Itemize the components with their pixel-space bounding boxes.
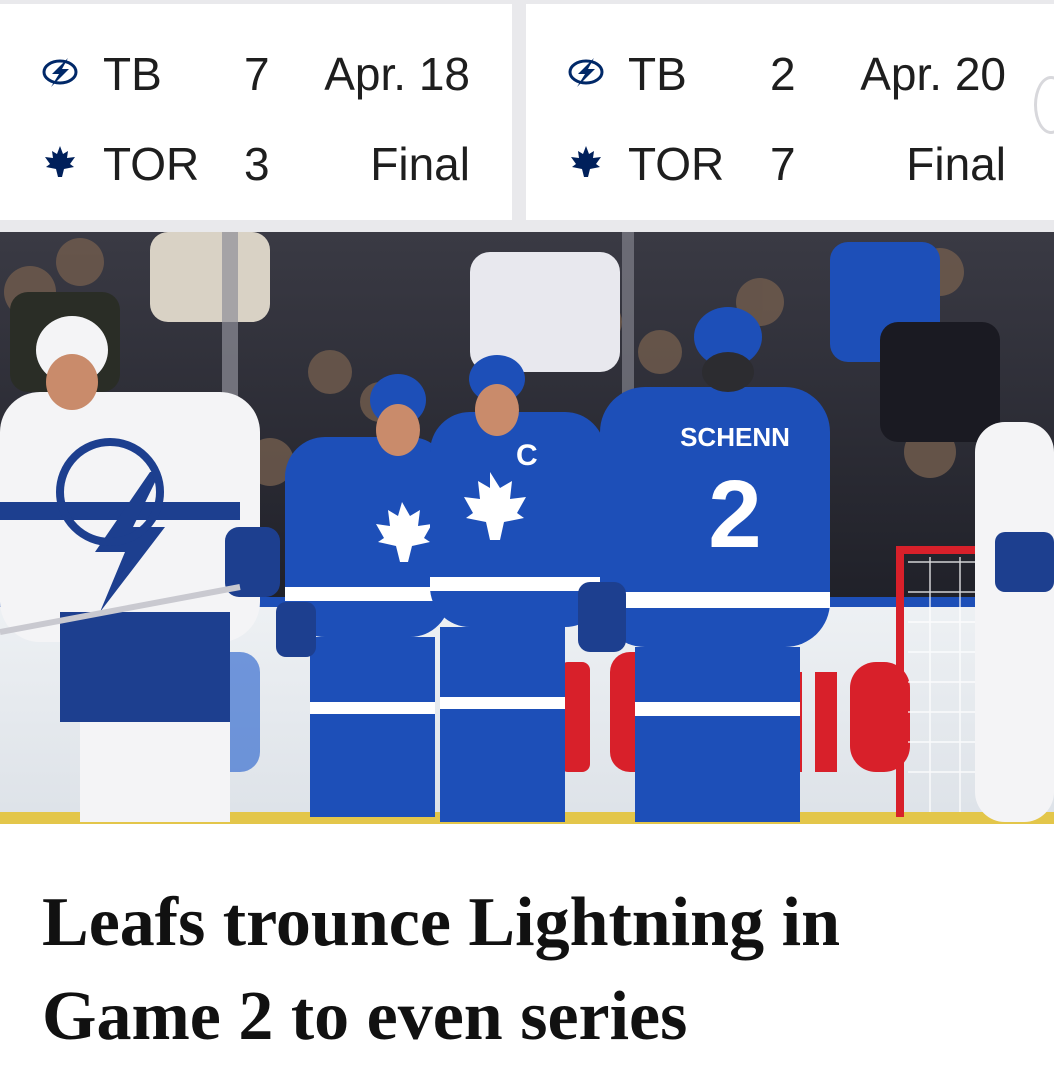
hockey-celebration-image: C SCHENN 2 <box>0 232 1054 824</box>
game-date: Apr. 18 <box>324 48 470 100</box>
team-row-tb: TB 7 Apr. 18 <box>0 42 512 102</box>
lightning-bolt-icon <box>568 58 604 87</box>
lightning-bolt-icon <box>42 58 78 87</box>
game-date: Apr. 20 <box>860 48 1006 100</box>
team-abbr: TB <box>628 48 687 100</box>
team-score: 2 <box>770 48 796 100</box>
game-card-2[interactable]: TB 2 Apr. 20 TOR 7 Final <box>526 4 1054 220</box>
team-score: 3 <box>244 138 270 190</box>
maple-leaf-icon <box>571 146 601 177</box>
jersey-name: SCHENN <box>680 422 790 452</box>
game-status: Final <box>906 138 1006 190</box>
game-card-1[interactable]: TB 7 Apr. 18 TOR 3 Final <box>0 4 512 220</box>
team-row-tb: TB 2 Apr. 20 <box>526 42 1054 102</box>
team-abbr: TOR <box>103 138 200 190</box>
maple-leaf-icon <box>45 146 75 177</box>
team-row-tor: TOR 3 Final <box>0 132 512 192</box>
game-status: Final <box>370 138 470 190</box>
scoreboard-strip: TB 7 Apr. 18 TOR 3 Final TB 2 Apr. 20 TO… <box>0 0 1054 232</box>
jersey-number: 2 <box>708 461 761 568</box>
team-score: 7 <box>770 138 796 190</box>
team-abbr: TB <box>103 48 162 100</box>
team-row-tor: TOR 7 Final <box>526 132 1054 192</box>
hero-photo[interactable]: C SCHENN 2 <box>0 232 1054 824</box>
lightning-player-right <box>975 422 1054 822</box>
captain-mark: C <box>516 439 538 472</box>
team-score: 7 <box>244 48 270 100</box>
article-headline[interactable]: Leafs trounce Lightning in Game 2 to eve… <box>42 876 1022 1064</box>
team-abbr: TOR <box>628 138 725 190</box>
